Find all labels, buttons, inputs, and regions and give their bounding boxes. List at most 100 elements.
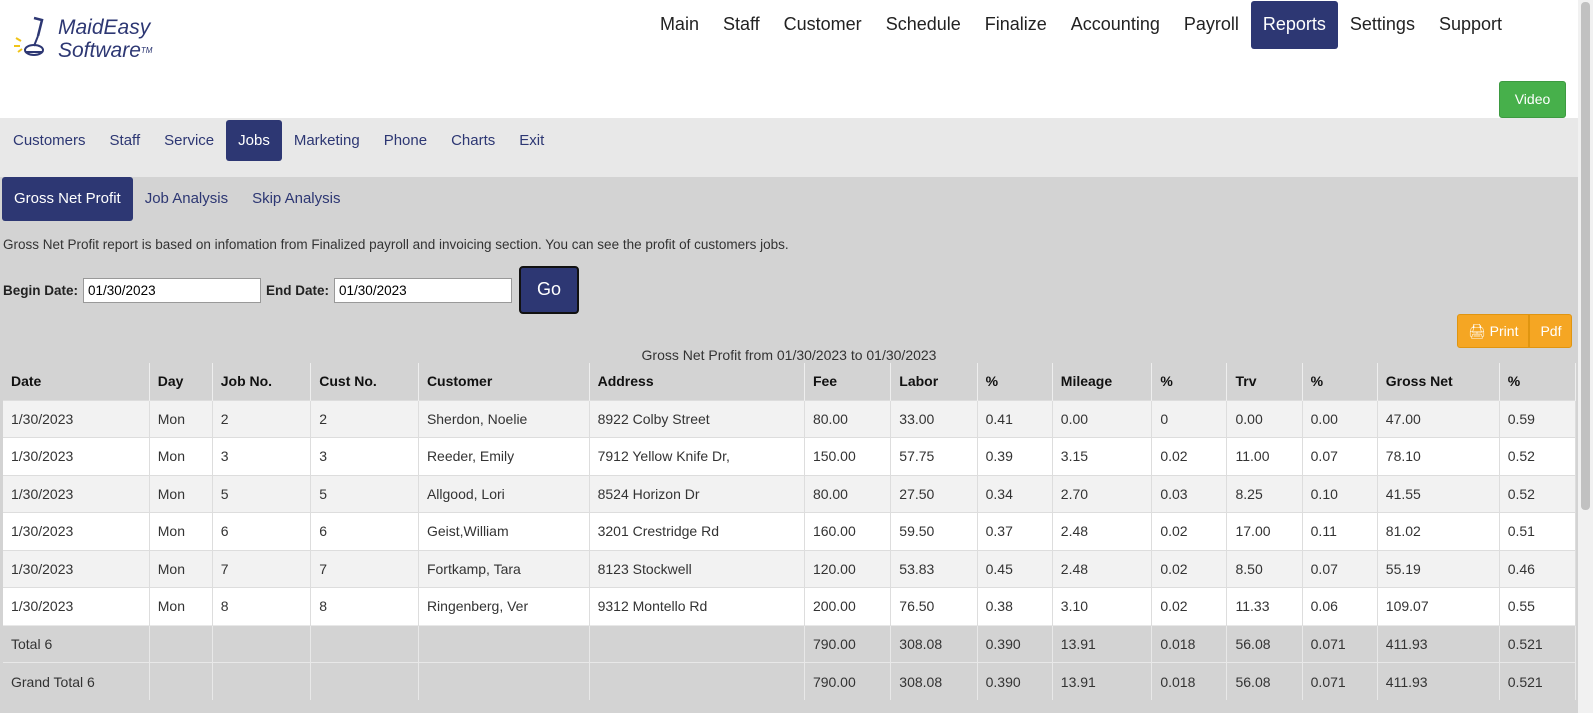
maideasy-logo[interactable]: MaidEasy SoftwareTM xyxy=(12,14,172,64)
table-cell: 2.48 xyxy=(1052,512,1153,550)
table-cell: 150.00 xyxy=(804,437,892,475)
total-cell: 56.08 xyxy=(1226,662,1303,700)
tab-skip-analysis[interactable]: Skip Analysis xyxy=(240,177,352,221)
total-cell: 790.00 xyxy=(804,624,892,663)
go-button[interactable]: Go xyxy=(519,266,580,314)
table-cell: 0.00 xyxy=(1302,399,1378,438)
column-header-cust-no: Cust No. xyxy=(310,363,419,400)
total-row: Total 6 790.00 308.08 0.390 13.91 0.018 56.08 0… xyxy=(3,624,1577,663)
end-date-input[interactable] xyxy=(334,277,513,303)
table-cell: 7 xyxy=(212,549,312,588)
total-cell: 308.08 xyxy=(890,624,978,663)
tab-job-analysis[interactable]: Job Analysis xyxy=(133,177,240,221)
table-cell: 9312 Montello Rd xyxy=(589,587,805,625)
table-cell: 0 xyxy=(1151,399,1228,438)
total-cell: 0.390 xyxy=(977,662,1053,700)
column-header-mileage: Mileage xyxy=(1052,363,1153,400)
total-cell: 0.521 xyxy=(1499,662,1577,700)
table-cell: 8.25 xyxy=(1226,474,1303,513)
grand-total-row: Grand Total 6 790.00 308.08 0.390 13.91 0.018… xyxy=(3,662,1577,700)
table-cell: 41.55 xyxy=(1377,474,1500,513)
table-cell: 0.46 xyxy=(1499,549,1577,588)
table-cell: 160.00 xyxy=(804,512,892,550)
total-cell: Total 6 xyxy=(3,624,150,663)
scrollbar-thumb[interactable] xyxy=(1581,2,1590,510)
begin-date-label: Begin Date: xyxy=(3,282,79,298)
top-navigation: Main Staff Customer Schedule Finalize Account… xyxy=(648,1,1514,49)
table-cell: 1/30/2023 xyxy=(3,512,150,550)
topnav-item-finalize[interactable]: Finalize xyxy=(973,1,1059,49)
video-button[interactable]: Video xyxy=(1499,81,1566,118)
table-cell: 8 xyxy=(310,587,419,625)
table-cell: 0.02 xyxy=(1151,512,1228,550)
topnav-item-payroll[interactable]: Payroll xyxy=(1172,1,1251,49)
report-content: Gross Net Profit Job Analysis Skip Analysi… xyxy=(0,177,1578,713)
topnav-item-reports[interactable]: Reports xyxy=(1250,1,1338,49)
column-header-percent-14: % xyxy=(1499,363,1577,400)
table-cell: 3201 Crestridge Rd xyxy=(589,512,805,550)
table-cell: 1/30/2023 xyxy=(3,549,150,588)
subnav-item-phone[interactable]: Phone xyxy=(372,120,439,161)
pdf-button[interactable]: Pdf xyxy=(1529,314,1573,348)
topnav-item-main[interactable]: Main xyxy=(648,1,711,49)
print-button[interactable]: 🖨 Print xyxy=(1457,314,1530,348)
column-header-customer: Customer xyxy=(418,363,590,400)
table-cell: 0.06 xyxy=(1302,587,1378,625)
begin-date-input[interactable] xyxy=(83,277,262,303)
table-cell: 8.50 xyxy=(1226,549,1303,588)
topnav-item-support[interactable]: Support xyxy=(1427,1,1514,49)
total-cell: 411.93 xyxy=(1377,662,1500,700)
topnav-item-settings[interactable]: Settings xyxy=(1338,1,1427,49)
table-cell: 3.10 xyxy=(1052,587,1153,625)
table-cell: 6 xyxy=(212,512,312,550)
subnav-item-staff[interactable]: Staff xyxy=(98,120,153,161)
table-cell: 0.02 xyxy=(1151,549,1228,588)
topnav-item-schedule[interactable]: Schedule xyxy=(874,1,973,49)
tab-gross-net-profit[interactable]: Gross Net Profit xyxy=(2,177,133,221)
subnav-item-marketing[interactable]: Marketing xyxy=(282,120,372,161)
table-cell: Geist,William xyxy=(418,512,590,550)
subnav-item-charts[interactable]: Charts xyxy=(439,120,507,161)
table-cell: 3 xyxy=(212,437,312,475)
report-description: Gross Net Profit report is based on info… xyxy=(3,237,789,252)
table-cell: 2.70 xyxy=(1052,474,1153,513)
column-header-percent-10: % xyxy=(1151,363,1228,400)
topnav-item-customer[interactable]: Customer xyxy=(772,1,874,49)
table-cell: 6 xyxy=(310,512,419,550)
subnav-item-exit[interactable]: Exit xyxy=(507,120,556,161)
topnav-item-staff[interactable]: Staff xyxy=(711,1,772,49)
table-header-row: Date Day Job No. Cust No. Customer Address Fee… xyxy=(3,363,1577,400)
table-cell: 1/30/2023 xyxy=(3,399,150,438)
table-cell: Sherdon, Noelie xyxy=(418,399,590,438)
table-cell: 8524 Horizon Dr xyxy=(589,474,805,513)
printer-icon: 🖨 xyxy=(1468,323,1486,339)
table-cell: 11.00 xyxy=(1226,437,1303,475)
subnav-item-jobs[interactable]: Jobs xyxy=(226,120,282,161)
total-cell xyxy=(310,624,419,663)
total-cell: 308.08 xyxy=(890,662,978,700)
total-cell xyxy=(589,662,805,700)
table-row: 1/30/2023 Mon 6 6 Geist,William 3201 Crestrid… xyxy=(3,512,1577,550)
print-label: Print xyxy=(1489,323,1519,339)
table-cell: Allgood, Lori xyxy=(418,474,590,513)
column-header-date: Date xyxy=(3,363,150,400)
total-cell: 13.91 xyxy=(1052,624,1153,663)
column-header-fee: Fee xyxy=(804,363,892,400)
table-cell: 0.55 xyxy=(1499,587,1577,625)
total-cell: Grand Total 6 xyxy=(3,662,150,700)
subnav-item-customers[interactable]: Customers xyxy=(1,120,98,161)
table-cell: 11.33 xyxy=(1226,587,1303,625)
total-cell: 0.071 xyxy=(1302,624,1378,663)
table-cell: 33.00 xyxy=(890,399,978,438)
end-date-label: End Date: xyxy=(266,282,330,298)
subnav-item-service[interactable]: Service xyxy=(152,120,226,161)
table-cell: 0.00 xyxy=(1226,399,1303,438)
table-cell: Mon xyxy=(149,587,213,625)
page-scrollbar[interactable] xyxy=(1578,0,1593,713)
table-cell: 59.50 xyxy=(890,512,978,550)
report-tabs: Gross Net Profit Job Analysis Skip Analysi… xyxy=(2,177,352,221)
table-cell: 0.10 xyxy=(1302,474,1378,513)
total-cell xyxy=(149,662,213,700)
topnav-item-accounting[interactable]: Accounting xyxy=(1059,1,1172,49)
table-cell: 8123 Stockwell xyxy=(589,549,805,588)
